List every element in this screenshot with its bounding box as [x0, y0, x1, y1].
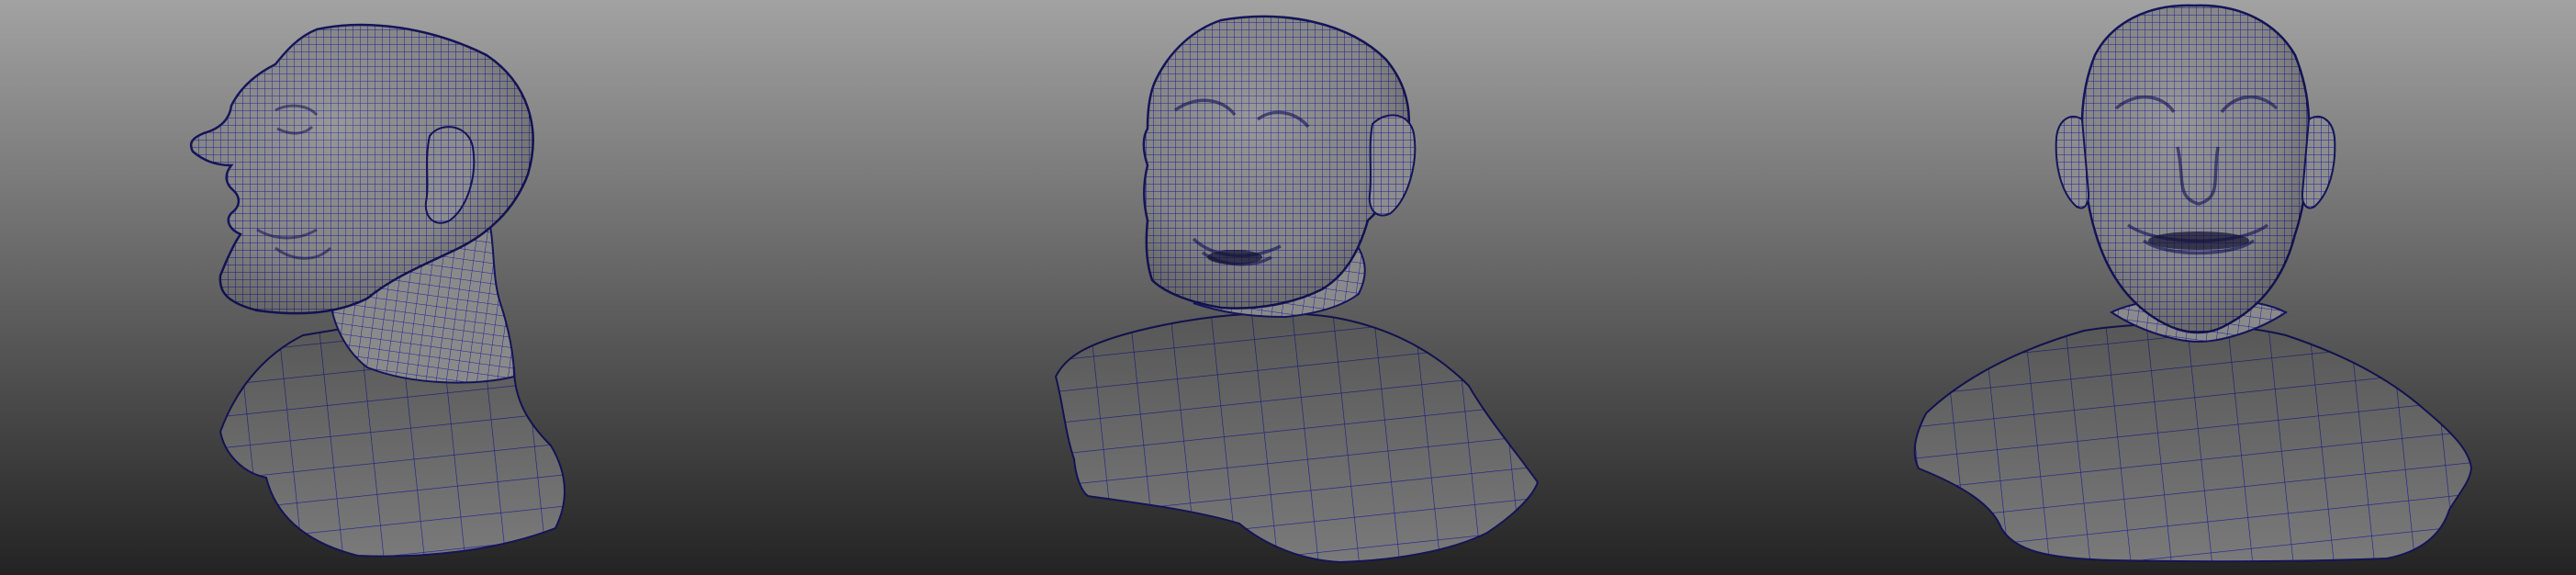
viewport-canvas	[0, 0, 2576, 575]
3d-viewport[interactable]	[0, 0, 2576, 575]
